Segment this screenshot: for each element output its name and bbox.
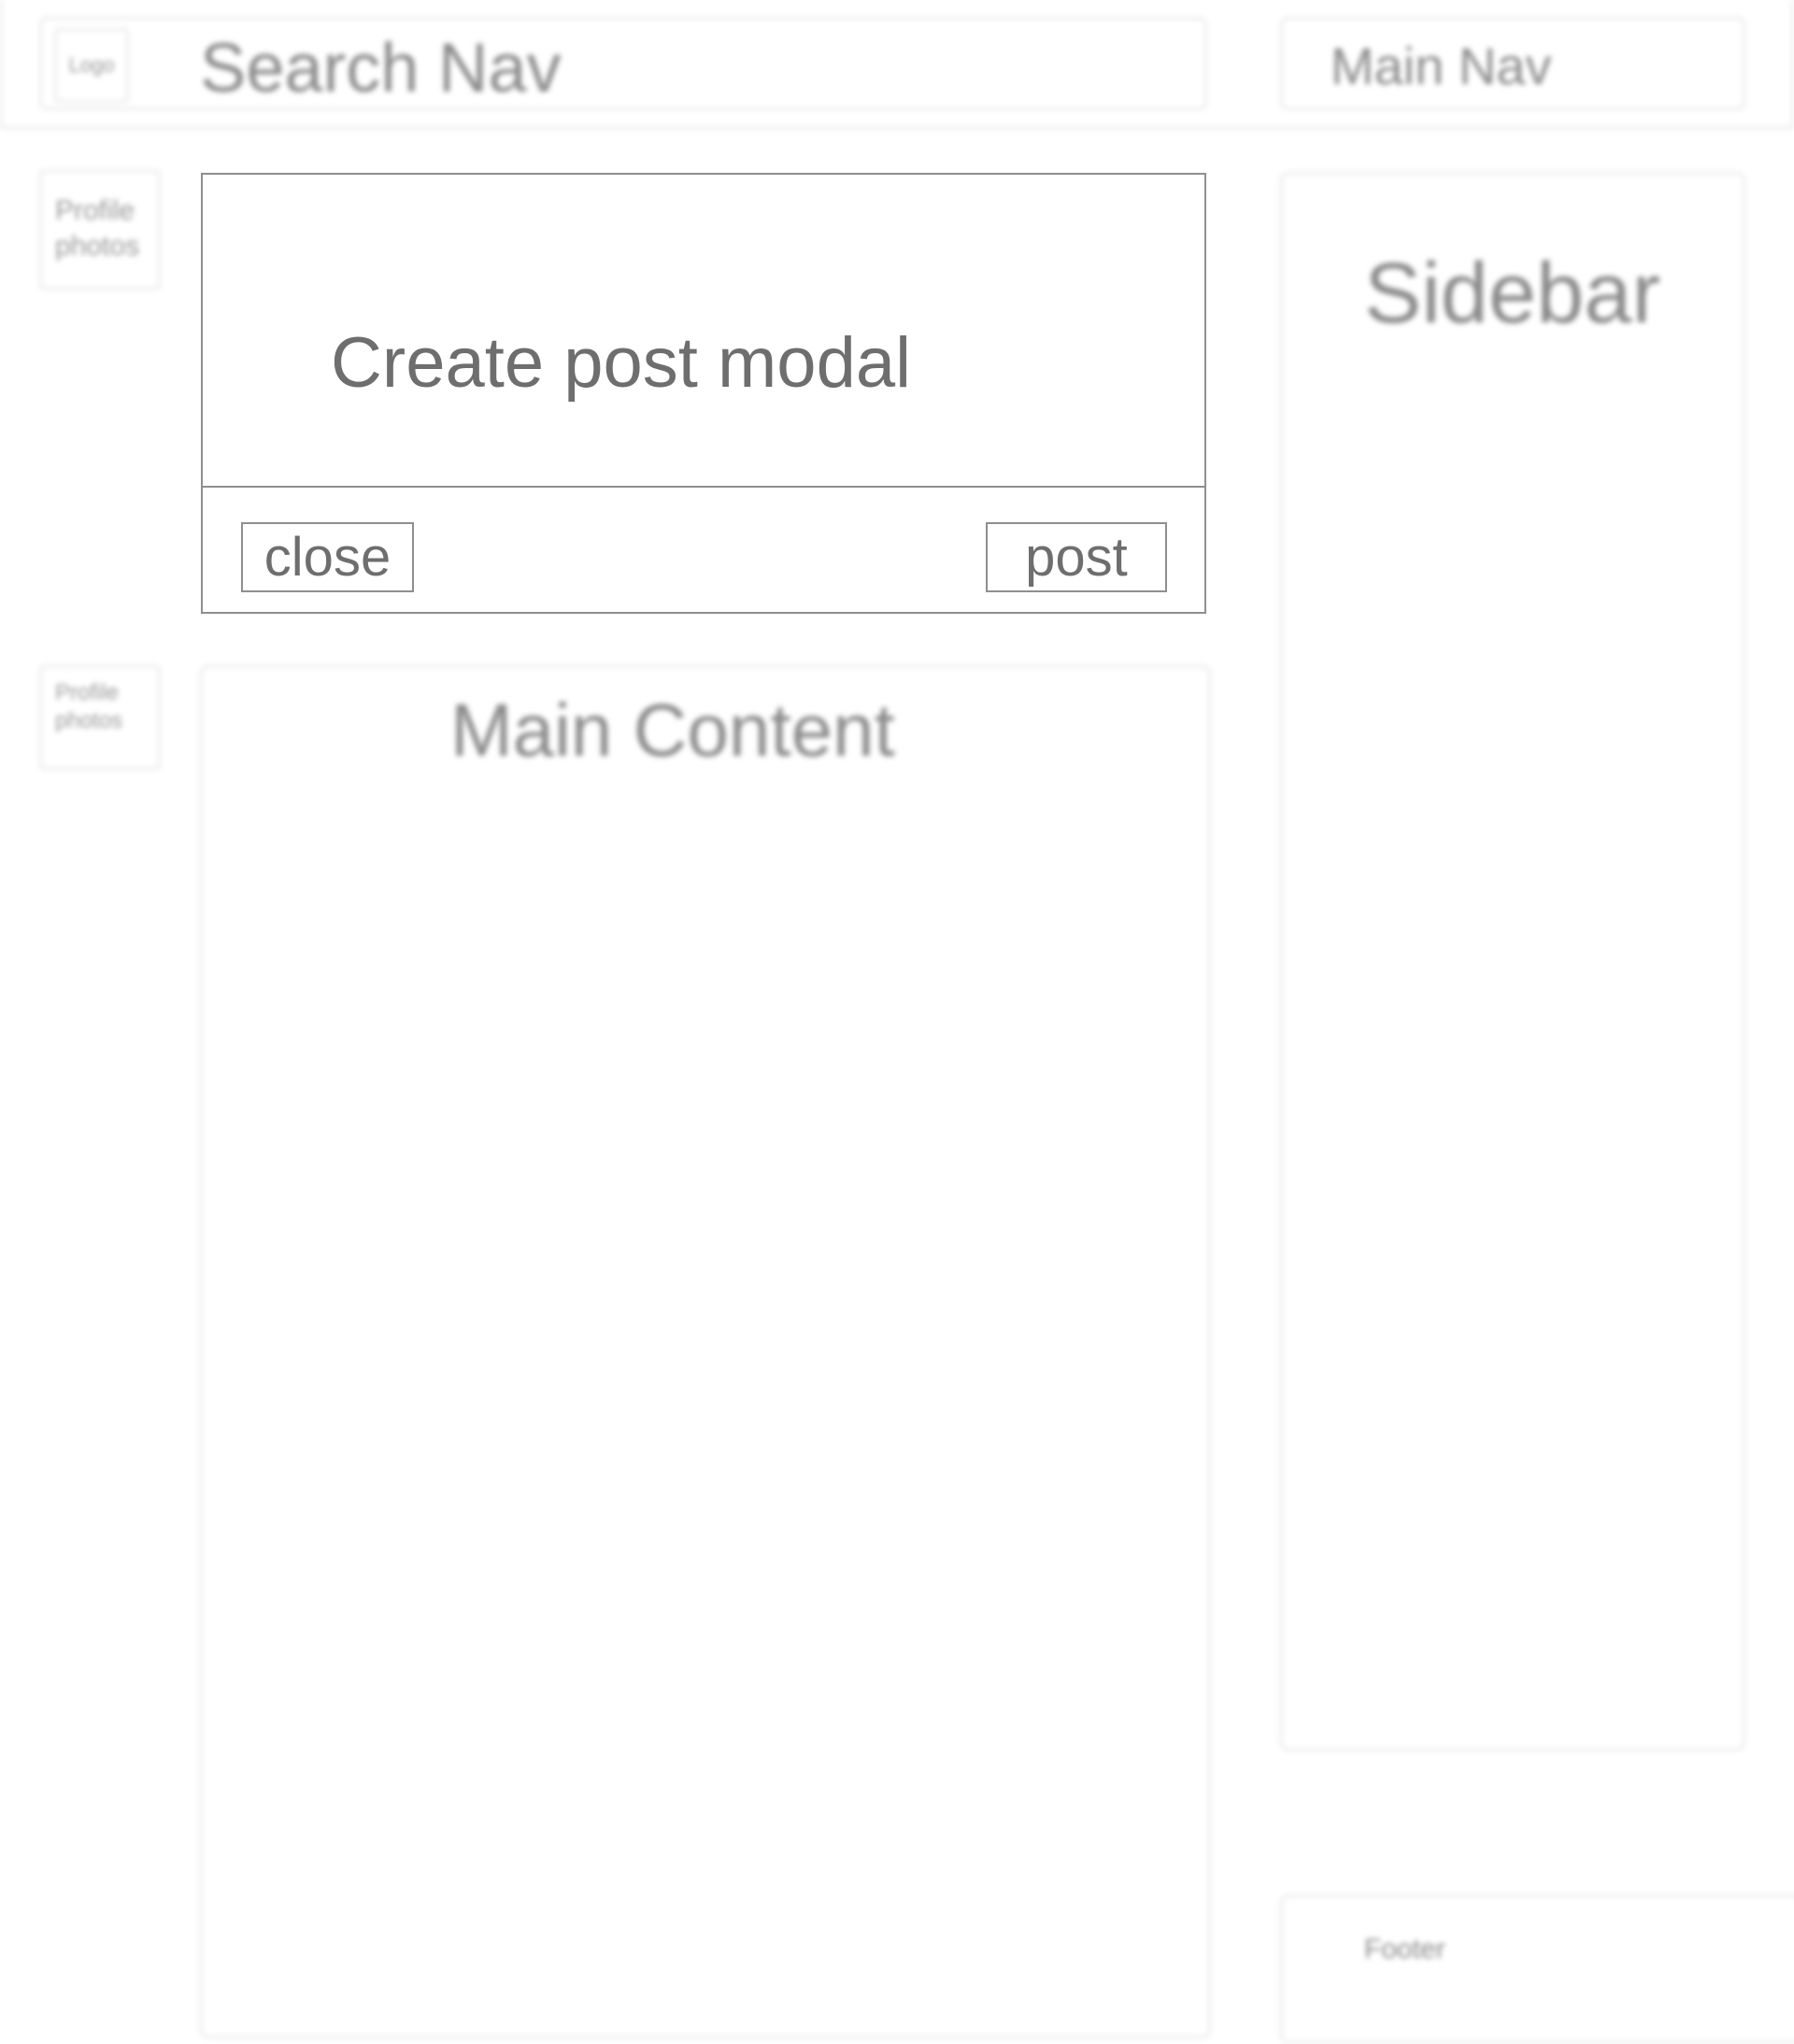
profile-photo[interactable]: Profile photos	[39, 170, 161, 290]
modal-footer: close post	[203, 488, 1204, 614]
sidebar	[1280, 172, 1745, 1751]
post-button[interactable]: post	[986, 522, 1167, 592]
sidebar-label: Sidebar	[1364, 246, 1661, 341]
profile-photo-label: Profile photos	[55, 680, 123, 733]
profile-photo[interactable]: Profile photos	[39, 665, 161, 770]
logo[interactable]: Logo	[54, 28, 129, 103]
main-nav-label: Main Nav	[1331, 36, 1552, 95]
footer-label: Footer	[1364, 1934, 1445, 1965]
main-content-label: Main Content	[450, 688, 895, 772]
logo-label: Logo	[68, 53, 115, 77]
close-button[interactable]: close	[241, 522, 414, 592]
footer	[1280, 1895, 1794, 2044]
search-nav-label: Search Nav	[200, 29, 562, 106]
main-content	[200, 665, 1211, 2038]
modal-body: Create post modal	[203, 175, 1204, 488]
modal-title: Create post modal	[331, 323, 911, 403]
create-post-modal: Create post modal close post	[201, 173, 1206, 614]
profile-photo-label: Profile photos	[55, 195, 140, 262]
